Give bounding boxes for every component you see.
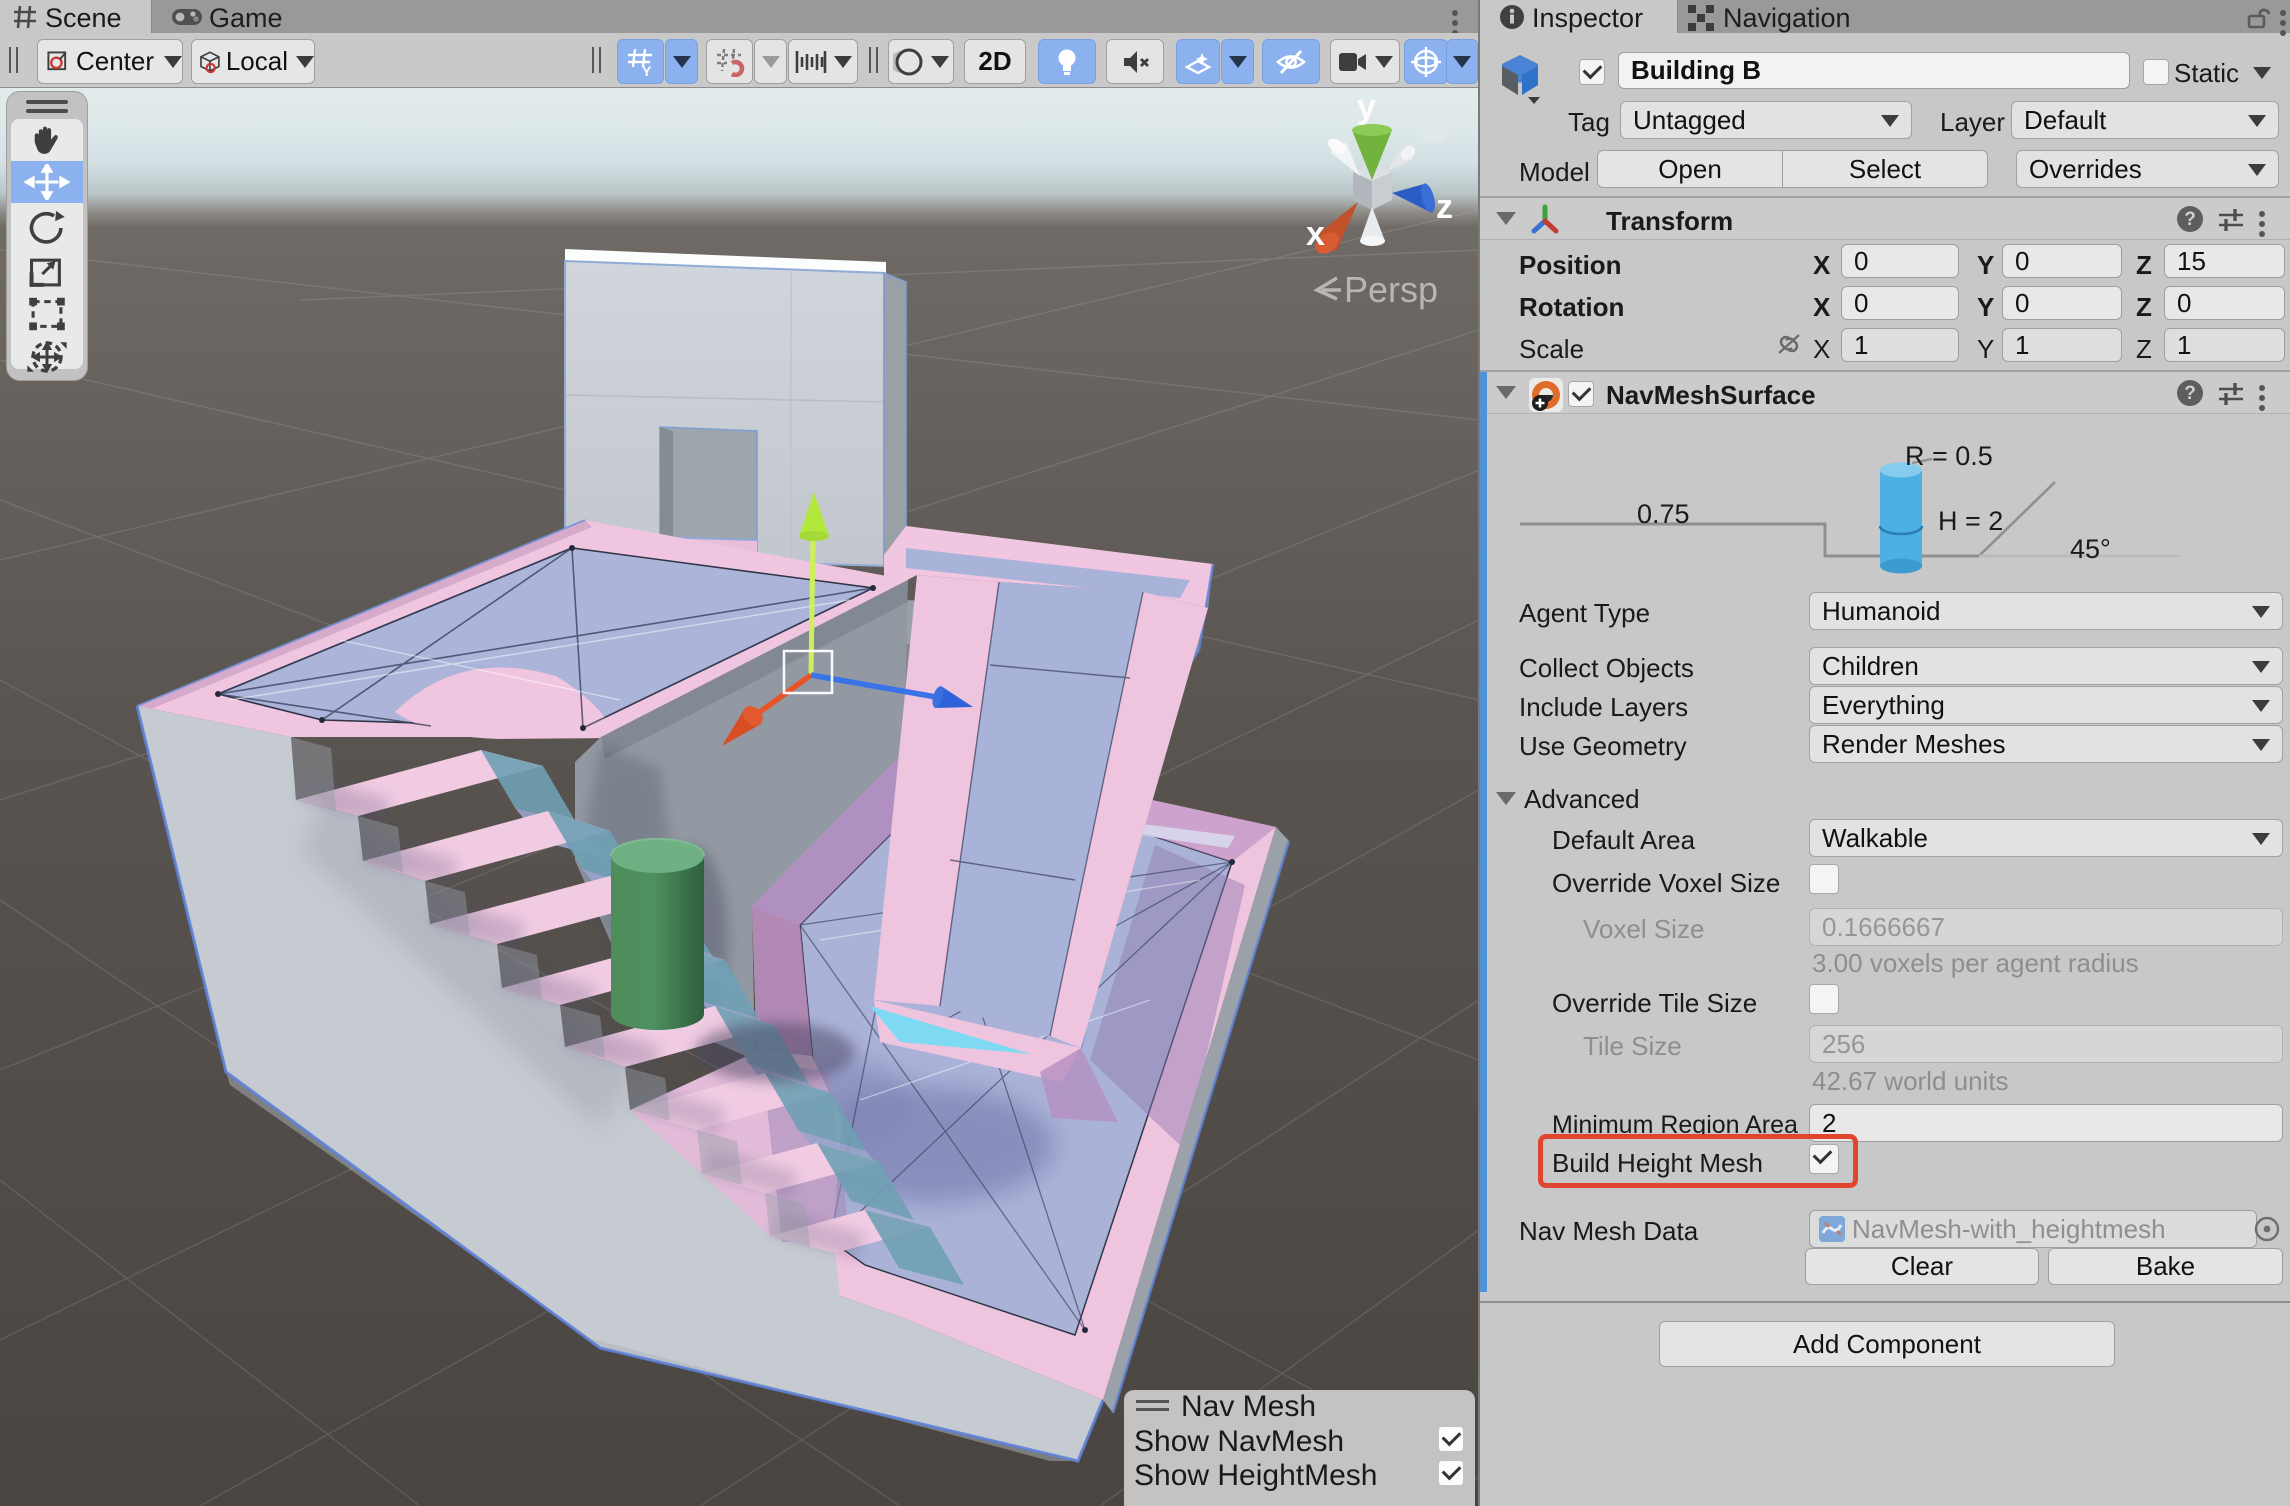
svg-text:z: z	[1436, 188, 1453, 226]
svg-text:?: ?	[2184, 383, 2196, 404]
svg-text:?: ?	[2184, 209, 2196, 230]
svg-text:x: x	[1306, 215, 1325, 253]
svg-text:Y: Y	[642, 63, 652, 77]
svg-text:y: y	[1357, 88, 1376, 126]
svg-text:Persp: Persp	[1344, 269, 1438, 310]
